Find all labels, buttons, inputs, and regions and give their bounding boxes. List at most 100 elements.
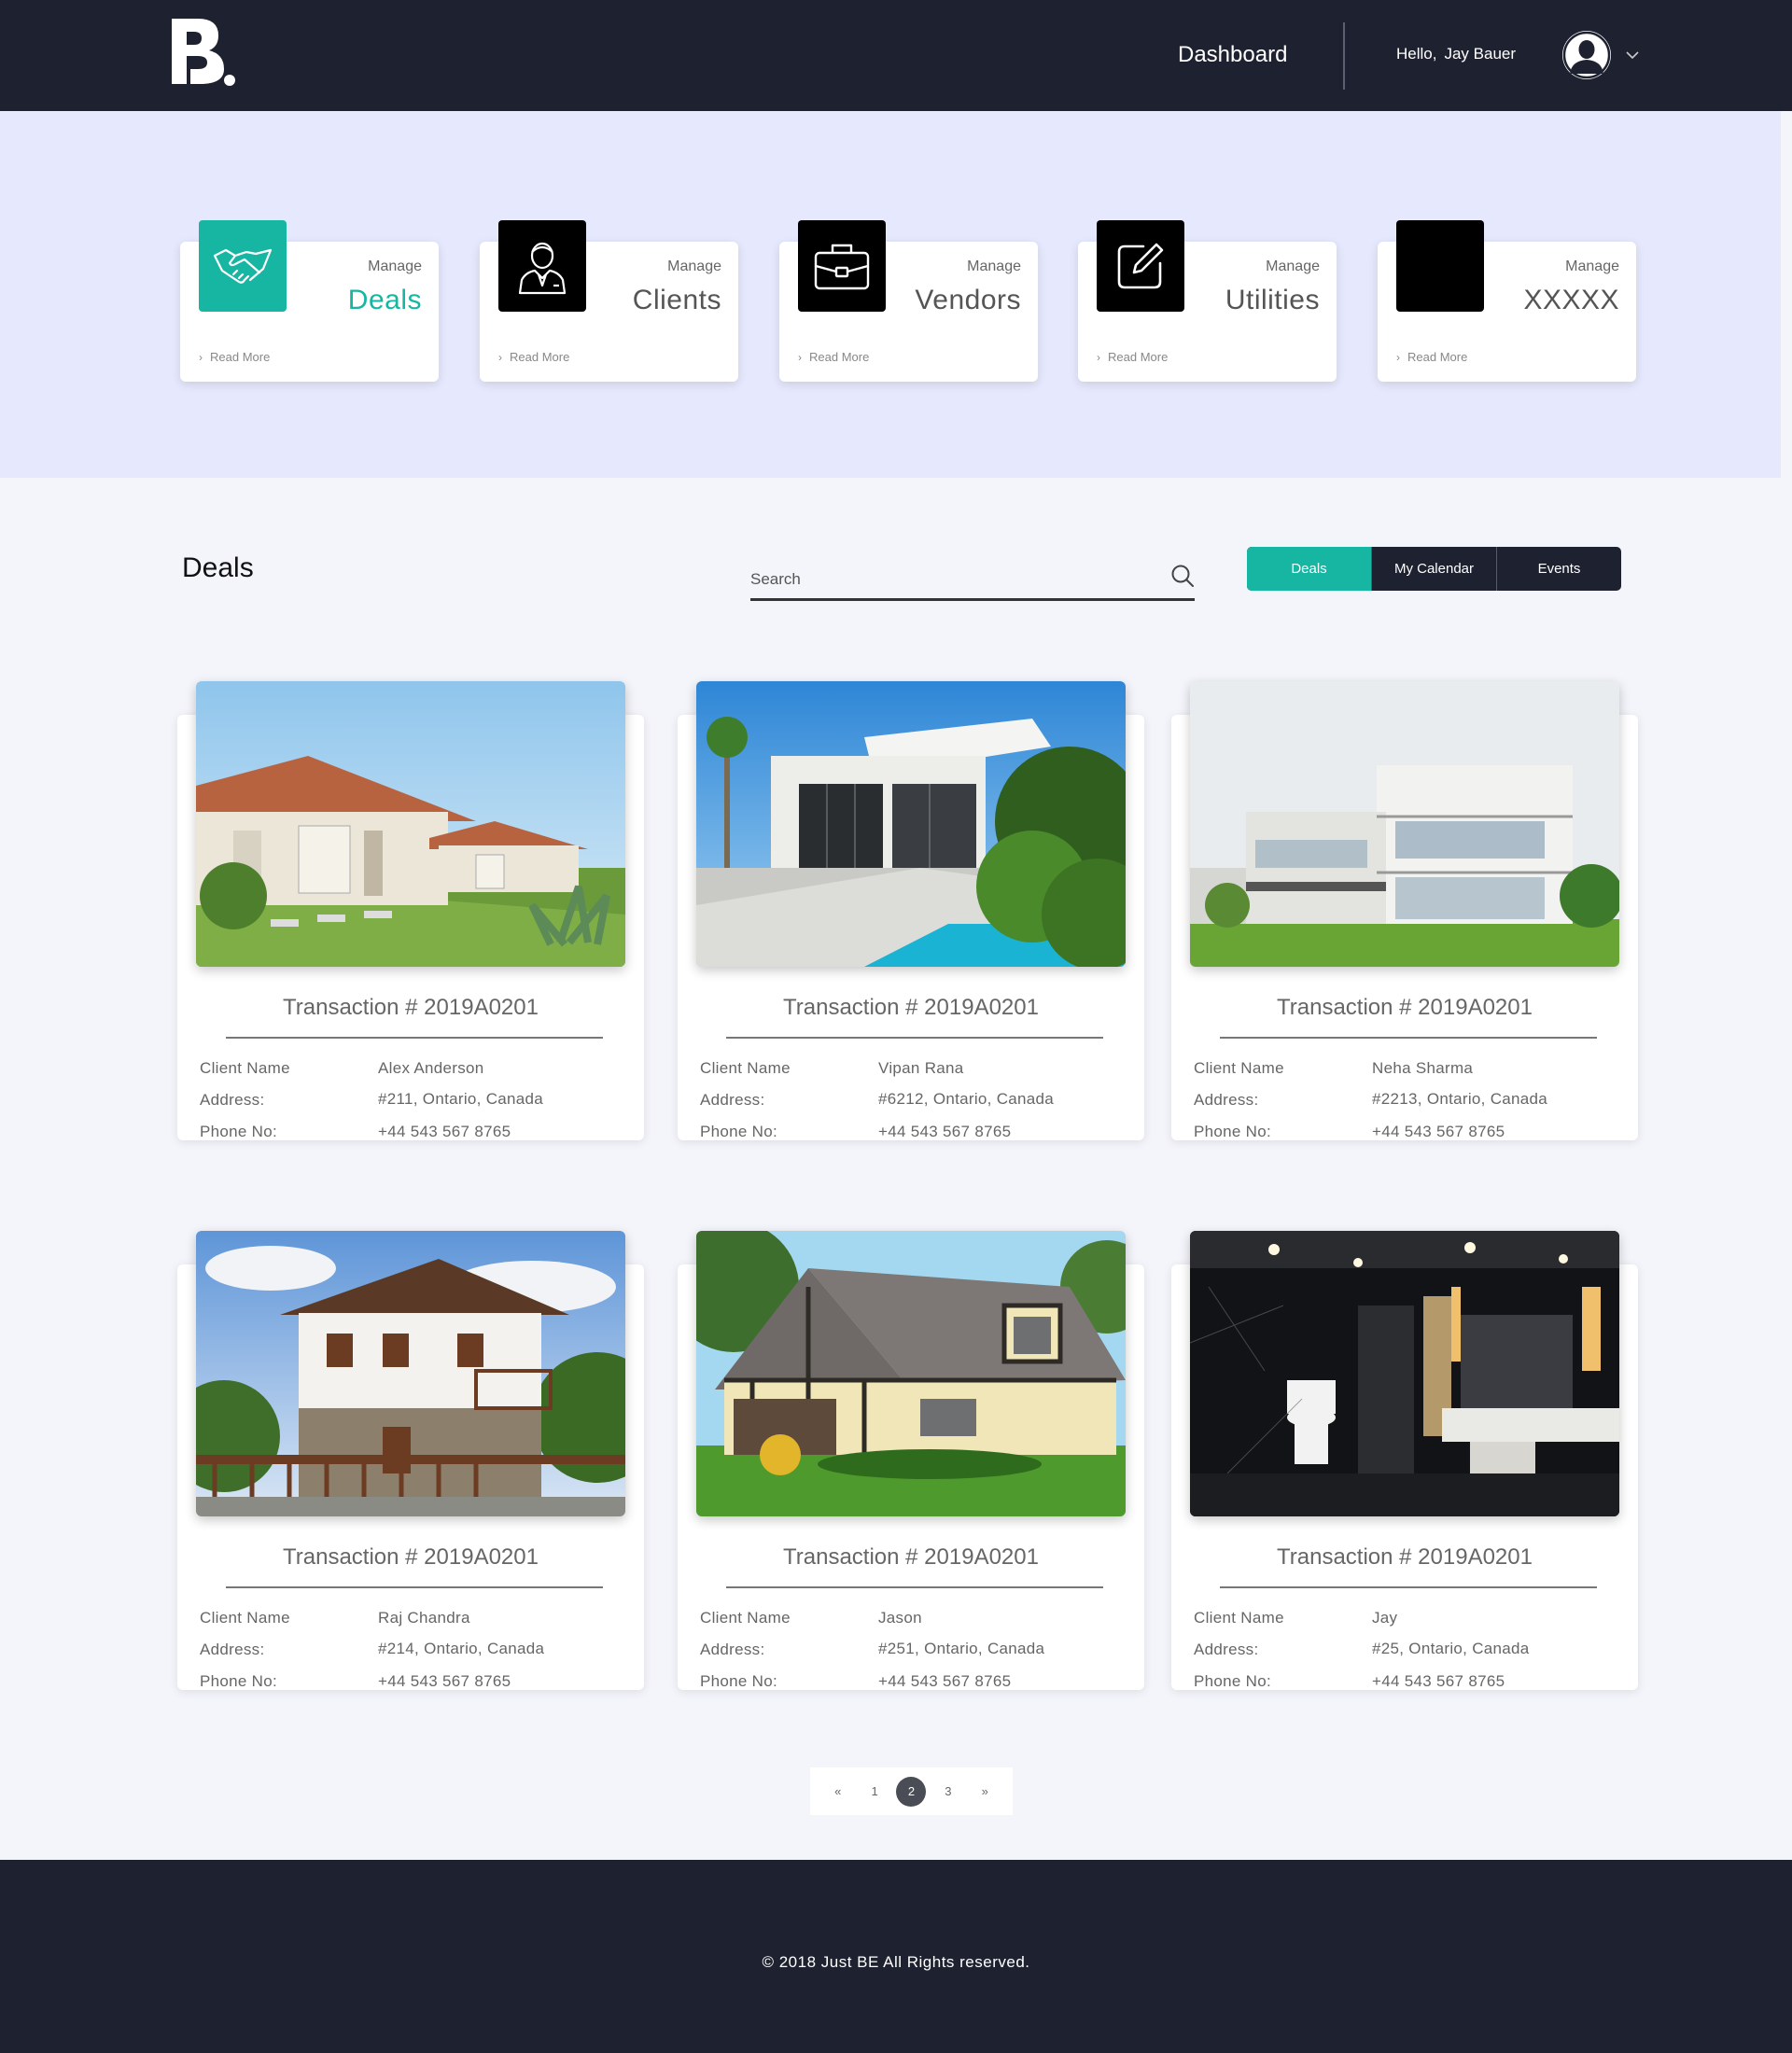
client-label: Client Name <box>200 1059 290 1077</box>
phone-label: Phone No: <box>1194 1672 1272 1690</box>
client-label: Client Name <box>1194 1609 1284 1627</box>
client-label: Client Name <box>1194 1059 1284 1077</box>
phone-label: Phone No: <box>200 1123 278 1140</box>
read-more-link[interactable]: › Read More <box>199 350 270 364</box>
client-name: Alex Anderson <box>378 1059 484 1077</box>
read-more-link[interactable]: › Read More <box>1396 350 1467 364</box>
deal-title: Transaction # 2019A0201 <box>283 995 539 1020</box>
manage-title: XXXXX <box>1523 285 1619 315</box>
modern-house-pool-photo[interactable] <box>696 681 1126 967</box>
deal-divider <box>226 1037 603 1039</box>
chevron-right-icon: › <box>798 351 802 364</box>
deal-title: Transaction # 2019A0201 <box>1277 1544 1533 1570</box>
manage-clients-card[interactable]: Manage Clients › Read More <box>480 220 738 382</box>
bathroom-interior-photo[interactable] <box>1190 1231 1619 1516</box>
manage-deals-card[interactable]: Manage Deals › Read More <box>180 220 439 382</box>
header-divider <box>1343 22 1345 90</box>
phone-value: +44 543 567 8765 <box>378 1123 511 1140</box>
blank-icon <box>1396 220 1484 312</box>
stone-house-photo[interactable] <box>196 1231 625 1516</box>
address-label: Address: <box>1194 1091 1259 1109</box>
address-value: #214, Ontario, Canada <box>378 1640 545 1657</box>
deal-title: Transaction # 2019A0201 <box>283 1544 539 1570</box>
pagination-next[interactable]: » <box>970 1777 1000 1807</box>
read-more-text: Read More <box>809 350 870 364</box>
phone-value: +44 543 567 8765 <box>878 1672 1012 1690</box>
manage-utilities-card[interactable]: Manage Utilities › Read More <box>1078 220 1337 382</box>
deal-card[interactable]: Transaction # 2019A0201 Client Name Alex… <box>177 681 644 1140</box>
deal-card[interactable]: Transaction # 2019A0201 Client Name Neha… <box>1171 681 1638 1140</box>
deal-title: Transaction # 2019A0201 <box>783 1544 1039 1570</box>
address-value: #211, Ontario, Canada <box>378 1090 544 1108</box>
user-name: Jay Bauer <box>1444 45 1517 63</box>
client-label: Client Name <box>700 1059 791 1077</box>
manage-label: Manage <box>1266 258 1320 274</box>
manage-title: Vendors <box>915 285 1021 315</box>
phone-label: Phone No: <box>200 1672 278 1690</box>
client-label: Client Name <box>700 1609 791 1627</box>
deal-card[interactable]: Transaction # 2019A0201 Client Name Raj … <box>177 1231 644 1690</box>
phone-label: Phone No: <box>700 1672 778 1690</box>
tudor-house-photo[interactable] <box>696 1231 1126 1516</box>
chevron-right-icon: › <box>498 351 502 364</box>
tab-my-calendar[interactable]: My Calendar <box>1371 547 1496 591</box>
deal-card[interactable]: Transaction # 2019A0201 Client Name Jaso… <box>678 1231 1144 1690</box>
nav-dashboard-link[interactable]: Dashboard <box>1178 42 1287 68</box>
apartment-building-photo[interactable] <box>1190 681 1619 967</box>
greeting-text: Hello, <box>1396 45 1437 63</box>
address-label: Address: <box>200 1641 265 1658</box>
chevron-down-icon[interactable] <box>1626 48 1639 64</box>
pagination-page-1[interactable]: 1 <box>860 1777 889 1807</box>
search-icon[interactable] <box>1170 564 1195 593</box>
manage-xxxxx-card[interactable]: Manage XXXXX › Read More <box>1378 220 1636 382</box>
top-header: Dashboard Hello, Jay Bauer <box>0 0 1792 111</box>
deal-divider <box>726 1586 1103 1588</box>
address-label: Address: <box>200 1091 265 1109</box>
phone-value: +44 543 567 8765 <box>378 1672 511 1690</box>
address-label: Address: <box>700 1091 765 1109</box>
handshake-icon <box>199 220 287 312</box>
copyright-text: © 2018 Just BE All Rights reserved. <box>762 1953 1030 1971</box>
deal-card[interactable]: Transaction # 2019A0201 Client Name Vipa… <box>678 681 1144 1140</box>
pagination: « 1 2 3 » <box>810 1767 1013 1815</box>
tab-deals[interactable]: Deals <box>1247 547 1371 591</box>
read-more-link[interactable]: › Read More <box>498 350 569 364</box>
phone-value: +44 543 567 8765 <box>878 1123 1012 1140</box>
deal-divider <box>226 1586 603 1588</box>
read-more-link[interactable]: › Read More <box>1097 350 1168 364</box>
villa-photo[interactable] <box>196 681 625 967</box>
address-label: Address: <box>1194 1641 1259 1658</box>
pagination-page-2[interactable]: 2 <box>896 1776 927 1807</box>
chevron-right-icon: › <box>199 351 203 364</box>
manage-vendors-card[interactable]: Manage Vendors › Read More <box>779 220 1038 382</box>
client-name: Vipan Rana <box>878 1059 964 1077</box>
search-bar <box>750 556 1195 601</box>
pagination-prev[interactable]: « <box>823 1777 853 1807</box>
client-label: Client Name <box>200 1609 290 1627</box>
read-more-text: Read More <box>510 350 570 364</box>
chevron-right-icon: › <box>1396 351 1400 364</box>
pagination-page-3[interactable]: 3 <box>933 1777 963 1807</box>
phone-label: Phone No: <box>1194 1123 1272 1140</box>
user-greeting: Hello, Jay Bauer <box>1396 45 1516 63</box>
client-icon <box>498 220 586 312</box>
deal-title: Transaction # 2019A0201 <box>783 995 1039 1020</box>
read-more-link[interactable]: › Read More <box>798 350 869 364</box>
deal-title: Transaction # 2019A0201 <box>1277 995 1533 1020</box>
tab-events[interactable]: Events <box>1496 547 1621 591</box>
section-title: Deals <box>182 552 254 583</box>
be-logo[interactable] <box>170 17 245 91</box>
manage-label: Manage <box>667 258 721 274</box>
manage-label: Manage <box>1565 258 1619 274</box>
briefcase-icon <box>798 220 886 312</box>
search-input[interactable] <box>750 566 1142 594</box>
address-value: #25, Ontario, Canada <box>1372 1640 1530 1657</box>
read-more-text: Read More <box>210 350 271 364</box>
deal-divider <box>726 1037 1103 1039</box>
user-avatar-icon[interactable] <box>1562 31 1611 79</box>
deal-divider <box>1220 1586 1597 1588</box>
deal-card[interactable]: Transaction # 2019A0201 Client Name Jay … <box>1171 1231 1638 1690</box>
view-tabs: Deals My Calendar Events <box>1247 547 1621 591</box>
page-footer: © 2018 Just BE All Rights reserved. <box>0 1860 1792 2053</box>
phone-value: +44 543 567 8765 <box>1372 1672 1505 1690</box>
